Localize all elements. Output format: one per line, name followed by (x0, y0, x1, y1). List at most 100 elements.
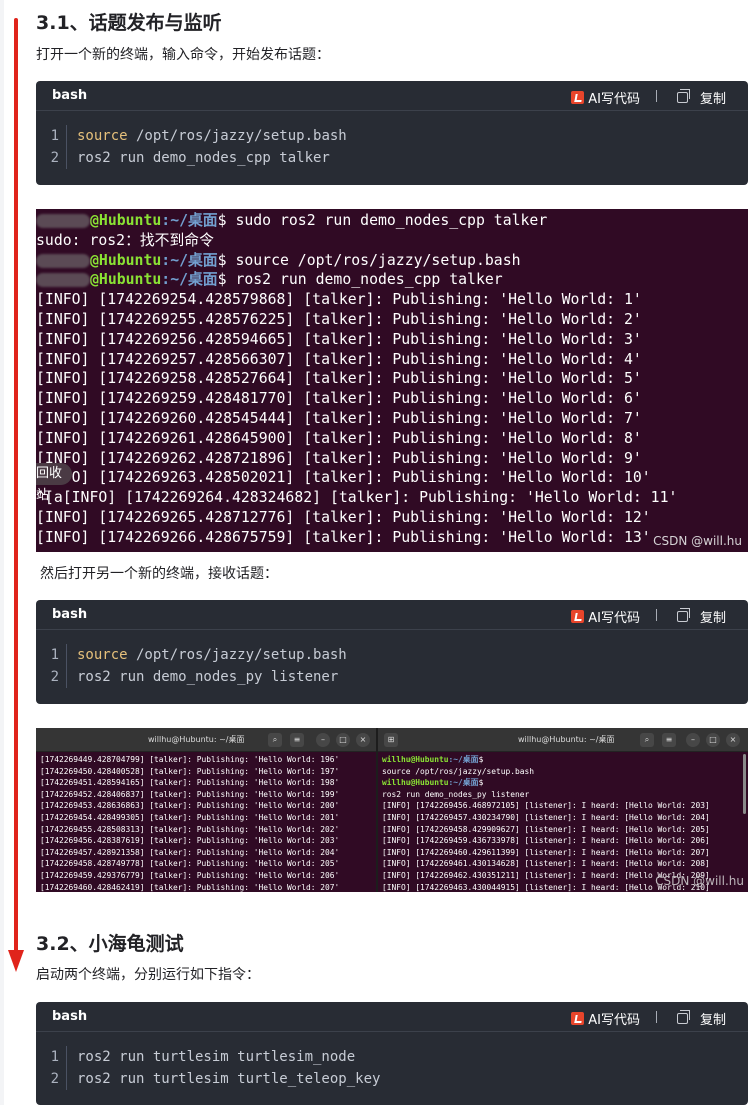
code-line: 1 source /opt/ros/jazzy/setup.bash (36, 644, 748, 666)
redacted-username (36, 273, 90, 288)
terminal-log-line: [INFO] [1742269266.428675759] [talker]: … (36, 528, 651, 546)
toolbar-divider (656, 609, 657, 621)
section-heading-3-1: 3.1、话题发布与监听 (36, 12, 222, 34)
copy-button[interactable]: 复制 (676, 1009, 726, 1028)
terminal-log-line: [INFO] [1742269257.428566307] [talker]: … (36, 350, 642, 368)
ai-write-code-button[interactable]: AI写代码 (571, 88, 640, 107)
code-language-label: bash (52, 1009, 88, 1024)
new-tab-icon[interactable]: ⊞ (384, 733, 398, 747)
red-arrow-line (14, 18, 18, 958)
ai-write-code-label: AI写代码 (588, 1013, 640, 1028)
minimize-icon[interactable]: – (686, 733, 700, 747)
terminal-log-line: [INFO] [1742269456.468972105] [listener]… (382, 801, 710, 811)
terminal-log-line: [INFO] [1742269261.428645900] [talker]: … (36, 429, 642, 447)
code-block-1: bash AI写代码 复制 1 source /opt/ros/jazzy/se… (36, 81, 748, 185)
prompt-symbol: $ (478, 755, 489, 764)
copy-label: 复制 (699, 1013, 726, 1028)
code-content: 1 ros2 run turtlesim turtlesim_node 2 ro… (36, 1032, 748, 1090)
code-rest: /opt/ros/jazzy/setup.bash (127, 128, 347, 144)
terminal-command: ros2 run demo_nodes_cpp talker (235, 271, 503, 289)
menu-icon[interactable]: ≡ (290, 733, 304, 747)
line-number: 2 (50, 150, 59, 166)
prompt-host: @Hubuntu (90, 212, 162, 229)
code-line-text: ros2 run demo_nodes_cpp talker (77, 150, 330, 166)
code-header: bash AI写代码 复制 (36, 600, 748, 630)
section-intro-3-1: 打开一个新的终端，输入命令，开始发布话题： (36, 47, 330, 63)
toolbar-divider (656, 1011, 657, 1023)
code-content: 1 source /opt/ros/jazzy/setup.bash 2 ros… (36, 630, 748, 688)
terminal-command: ros2 run demo_nodes_py listener (382, 789, 530, 799)
prompt-symbol: $ (478, 778, 489, 788)
copy-label: 复制 (699, 611, 726, 626)
line-number: 1 (50, 1049, 59, 1065)
prompt-symbol: $ (217, 212, 236, 229)
ai-write-code-label: AI写代码 (588, 92, 640, 107)
section-intro-3-2: 启动两个终端，分别运行如下指令： (36, 967, 260, 983)
gutter-line (66, 1046, 67, 1068)
copy-icon (676, 1010, 690, 1024)
terminal-screenshot-talker: @Hubuntu :~/桌面 $ sudo ros2 run demo_nodes_… (36, 209, 748, 552)
copy-icon (676, 608, 690, 622)
maximize-icon[interactable]: □ (336, 733, 350, 747)
close-icon[interactable]: × (356, 733, 370, 747)
recycle-bin-label: 回收站 (36, 463, 72, 503)
code-language-label: bash (52, 607, 88, 622)
red-arrow-head-icon (8, 950, 24, 972)
terminal-scrollbar[interactable] (743, 754, 746, 814)
code-block-2: bash AI写代码 复制 1 source /opt/ros/jazzy/se… (36, 600, 748, 704)
terminal-titlebar: ⊞ willhu@Hubuntu: ~/桌面 ⌕ ≡ – □ × (378, 728, 748, 752)
prompt-path: :~/桌面 (161, 251, 218, 269)
prompt-host: @Hubuntu (90, 271, 162, 289)
ai-logo-icon (571, 1012, 585, 1025)
menu-icon[interactable]: ≡ (662, 733, 676, 747)
section-heading-3-2: 3.2、小海龟测试 (36, 933, 184, 955)
redacted-username (36, 214, 90, 228)
terminal-command: source /opt/ros/jazzy/setup.bash (382, 766, 535, 776)
terminal-log-line: [INFO] [1742269256.428594665] [talker]: … (36, 330, 642, 348)
terminal-log-line: [INFO] [1742269265.428712776] [talker]: … (36, 508, 651, 526)
terminal-command: sudo ros2 run demo_nodes_cpp talker (235, 212, 548, 229)
minimize-icon[interactable]: – (316, 733, 330, 747)
redacted-username (36, 253, 90, 268)
ai-write-code-button[interactable]: AI写代码 (571, 1009, 640, 1028)
code-content: 1 source /opt/ros/jazzy/setup.bash 2 ros… (36, 111, 748, 169)
code-rest: /opt/ros/jazzy/setup.bash (127, 647, 347, 663)
prompt-host: willhu@Hubuntu (382, 778, 449, 788)
gutter-line (66, 644, 67, 666)
listener-terminal-output: willhu@Hubuntu:~/桌面$ source /opt/ros/jaz… (378, 752, 748, 892)
ai-write-code-button[interactable]: AI写代码 (571, 607, 640, 626)
search-icon[interactable]: ⌕ (640, 733, 654, 747)
twin-terminal-screenshot: willhu@Hubuntu: ~/桌面 ⌕ ≡ – □ × [17422694… (36, 728, 748, 892)
code-line: 2 ros2 run demo_nodes_cpp talker (36, 147, 748, 169)
copy-button[interactable]: 复制 (676, 88, 726, 107)
code-line: 2 ros2 run turtlesim turtle_teleop_key (36, 1068, 748, 1090)
terminal-prompt-line: @Hubuntu:~/桌面$ sudo ros2 run demo_nodes_… (36, 211, 748, 231)
close-icon[interactable]: × (726, 733, 740, 747)
line-number: 2 (50, 1071, 59, 1087)
terminal-log-line: [INFO] [1742269460.429611399] [listener]… (382, 847, 710, 857)
keyword: source (77, 128, 128, 144)
code-block-3: bash AI写代码 复制 1 ros2 run turtlesim turtl… (36, 1002, 748, 1105)
terminal-log-line: [INFO] [1742269258.428527664] [talker]: … (36, 370, 642, 388)
keyword: source (77, 647, 128, 663)
terminal-log-line: [1742269449.428704799] [talker]: Publish… (40, 755, 340, 764)
talker-terminal-output: [1742269449.428704799] [talker]: Publish… (36, 752, 376, 892)
copy-button[interactable]: 复制 (676, 607, 726, 626)
code-line: 2 ros2 run demo_nodes_py listener (36, 666, 748, 688)
terminal-titlebar: willhu@Hubuntu: ~/桌面 ⌕ ≡ – □ × (36, 728, 376, 752)
terminal-log-line: [1742269452.428406837] [talker]: Publish… (40, 789, 340, 799)
terminal-prompt-line: willhu@Hubuntu:~/桌面$ (382, 754, 748, 766)
search-icon[interactable]: ⌕ (268, 733, 282, 747)
maximize-icon[interactable]: □ (706, 733, 720, 747)
prompt-path: :~/桌面 (448, 778, 479, 788)
line-number: 1 (50, 647, 59, 663)
ai-logo-icon (571, 610, 585, 623)
terminal-log-line: ^[a[INFO] [1742269264.428324682] [talker… (36, 489, 678, 507)
terminal-log-line: [1742269453.428636863] [talker]: Publish… (40, 801, 340, 811)
gutter-line (66, 1068, 67, 1090)
terminal-log-line: [1742269457.428921358] [talker]: Publish… (40, 847, 340, 857)
code-line-text: source /opt/ros/jazzy/setup.bash (77, 128, 347, 144)
terminal-prompt-line: @Hubuntu:~/桌面$ ros2 run demo_nodes_cpp t… (36, 270, 748, 290)
terminal-log-line: [INFO] [1742269254.428579868] [talker]: … (36, 291, 642, 309)
code-header: bash AI写代码 复制 (36, 81, 748, 111)
